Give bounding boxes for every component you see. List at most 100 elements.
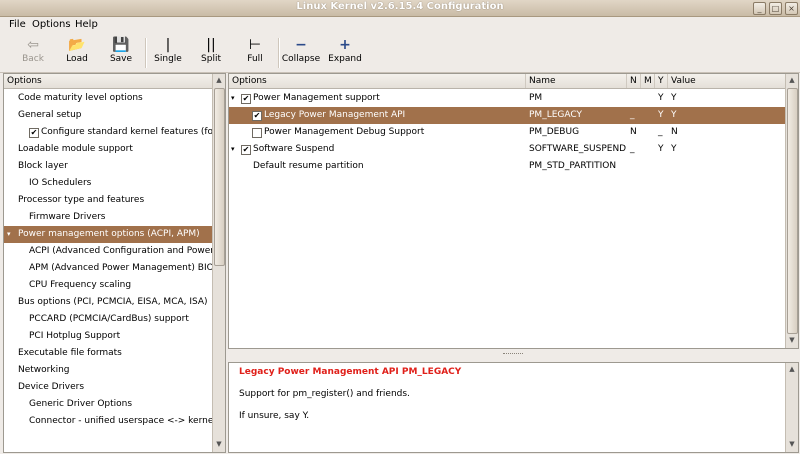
expand-label: Expand: [328, 54, 362, 64]
folder-icon: 📂: [68, 37, 86, 53]
full-view-button[interactable]: ⊢ Full: [237, 36, 273, 70]
option-label: Power Management support: [253, 93, 380, 103]
table-row-selected[interactable]: ✔ Legacy Power Management API PM_LEGACY …: [229, 107, 785, 124]
table-row[interactable]: ▾ ✔ Power Management support PM Y Y: [229, 90, 785, 107]
tree-item-label: PCCARD (PCMCIA/CardBus) support: [29, 314, 189, 324]
help-pane[interactable]: Legacy Power Management API PM_LEGACY Su…: [228, 362, 799, 453]
tree-item[interactable]: CPU Frequency scaling: [4, 277, 212, 294]
checkbox[interactable]: [252, 128, 262, 138]
back-arrow-icon: ⇦: [27, 37, 39, 53]
column-header-name[interactable]: Name: [526, 74, 627, 88]
checkbox[interactable]: ✔: [29, 128, 39, 138]
tree-item-label: PCI Hotplug Support: [29, 331, 121, 341]
tree-item-label: Processor type and features: [18, 195, 145, 205]
pane-splitter[interactable]: [228, 350, 797, 358]
split-view-button[interactable]: || Split: [193, 36, 229, 70]
column-header-n[interactable]: N: [627, 74, 641, 88]
single-view-icon: |: [165, 37, 171, 53]
column-header-y[interactable]: Y: [655, 74, 668, 88]
title-bar[interactable]: Linux Kernel v2.6.15.4 Configuration _ □…: [0, 0, 800, 17]
y-cell[interactable]: Y: [658, 141, 664, 158]
tree-item-label: CPU Frequency scaling: [29, 280, 132, 290]
tree-item[interactable]: Generic Driver Options: [4, 396, 212, 413]
tree-scrollbar[interactable]: ▲ ▼: [212, 74, 225, 452]
table-row[interactable]: Power Management Debug Support PM_DEBUG …: [229, 124, 785, 141]
tree-item[interactable]: Connector - unified userspace <-> kernel: [4, 413, 212, 430]
tree-item[interactable]: PCCARD (PCMCIA/CardBus) support: [4, 311, 212, 328]
menu-options[interactable]: Options: [32, 19, 71, 30]
table-scrollbar-thumb[interactable]: [787, 88, 798, 334]
column-header-m[interactable]: M: [641, 74, 655, 88]
tree-item[interactable]: Block layer: [4, 158, 212, 175]
tree-item[interactable]: Networking: [4, 362, 212, 379]
tree-item-selected[interactable]: ▾ Power management options (ACPI, APM): [4, 226, 212, 243]
table-scrollbar[interactable]: ▲ ▼: [785, 74, 798, 348]
expander-arrow-icon[interactable]: ▾: [231, 141, 235, 158]
toolbar: ⇦ Back 📂 Load 💾 Save | Single || Split ⊢…: [0, 34, 800, 73]
value-cell: Y: [671, 93, 677, 103]
table-row[interactable]: ▾ ✔ Software Suspend SOFTWARE_SUSPEND _ …: [229, 141, 785, 158]
tree-item-label: Code maturity level options: [18, 93, 143, 103]
scroll-down-icon[interactable]: ▼: [786, 334, 798, 346]
n-cell[interactable]: _: [630, 141, 635, 158]
options-tree[interactable]: Options Code maturity level options Gene…: [3, 73, 226, 453]
help-scrollbar[interactable]: ▲ ▼: [785, 363, 798, 452]
save-button[interactable]: 💾 Save: [102, 36, 140, 70]
tree-item[interactable]: Device Drivers: [4, 379, 212, 396]
checkbox[interactable]: ✔: [241, 94, 251, 104]
tree-item[interactable]: Loadable module support: [4, 141, 212, 158]
tree-item[interactable]: General setup: [4, 107, 212, 124]
tree-item[interactable]: Code maturity level options: [4, 90, 212, 107]
tree-item-label: Device Drivers: [18, 382, 85, 392]
tree-item[interactable]: Processor type and features: [4, 192, 212, 209]
scroll-down-icon[interactable]: ▼: [213, 438, 225, 450]
tree-item[interactable]: ACPI (Advanced Configuration and Power: [4, 243, 212, 260]
maximize-button[interactable]: □: [769, 2, 782, 15]
column-header-value[interactable]: Value: [668, 74, 785, 88]
symbol-name: PM_STD_PARTITION: [529, 161, 617, 171]
help-title: Legacy Power Management API PM_LEGACY: [239, 367, 462, 377]
checkbox[interactable]: ✔: [241, 145, 251, 155]
y-cell[interactable]: Y: [658, 90, 664, 107]
tree-item[interactable]: Firmware Drivers: [4, 209, 212, 226]
tree-item[interactable]: IO Schedulers: [4, 175, 212, 192]
scroll-up-icon[interactable]: ▲: [786, 363, 798, 375]
help-text: If unsure, say Y.: [239, 411, 310, 421]
y-cell[interactable]: _: [658, 124, 663, 141]
tree-item[interactable]: Bus options (PCI, PCMCIA, EISA, MCA, ISA…: [4, 294, 212, 311]
single-label: Single: [154, 54, 182, 64]
tree-item[interactable]: Executable file formats: [4, 345, 212, 362]
options-table[interactable]: Options Name N M Y Value ▾ ✔ Power Manag…: [228, 73, 799, 349]
tree-item[interactable]: ✔ Configure standard kernel features (fo…: [4, 124, 217, 141]
tree-scrollbar-thumb[interactable]: [214, 88, 225, 266]
tree-header[interactable]: Options: [4, 74, 212, 89]
scroll-up-icon[interactable]: ▲: [213, 74, 225, 86]
scroll-up-icon[interactable]: ▲: [786, 74, 798, 86]
menu-file[interactable]: File: [9, 19, 26, 30]
option-label: Legacy Power Management API: [264, 110, 406, 120]
full-label: Full: [247, 54, 263, 64]
tree-item-label: Bus options (PCI, PCMCIA, EISA, MCA, ISA…: [18, 297, 208, 307]
expander-arrow-icon[interactable]: ▾: [231, 90, 235, 107]
column-header-options[interactable]: Options: [229, 74, 526, 88]
checkbox[interactable]: ✔: [252, 111, 262, 121]
expand-button[interactable]: + Expand: [326, 36, 364, 70]
tree-item-label: Loadable module support: [18, 144, 133, 154]
tree-item[interactable]: APM (Advanced Power Management) BIOS: [4, 260, 212, 277]
collapse-button[interactable]: − Collapse: [281, 36, 321, 70]
table-header: Options Name N M Y Value: [229, 74, 785, 89]
load-button[interactable]: 📂 Load: [58, 36, 96, 70]
expander-arrow-icon[interactable]: ▾: [7, 226, 11, 243]
tree-item[interactable]: PCI Hotplug Support: [4, 328, 212, 345]
scroll-down-icon[interactable]: ▼: [786, 438, 798, 450]
table-row[interactable]: Default resume partition PM_STD_PARTITIO…: [229, 158, 785, 175]
minimize-button[interactable]: _: [753, 2, 766, 15]
n-cell[interactable]: _: [630, 107, 635, 124]
back-button[interactable]: ⇦ Back: [14, 36, 52, 70]
menu-help[interactable]: Help: [75, 19, 98, 30]
single-view-button[interactable]: | Single: [150, 36, 186, 70]
y-cell[interactable]: Y: [658, 107, 664, 124]
close-button[interactable]: ×: [785, 2, 798, 15]
n-cell[interactable]: N: [630, 124, 637, 141]
floppy-icon: 💾: [112, 37, 130, 53]
